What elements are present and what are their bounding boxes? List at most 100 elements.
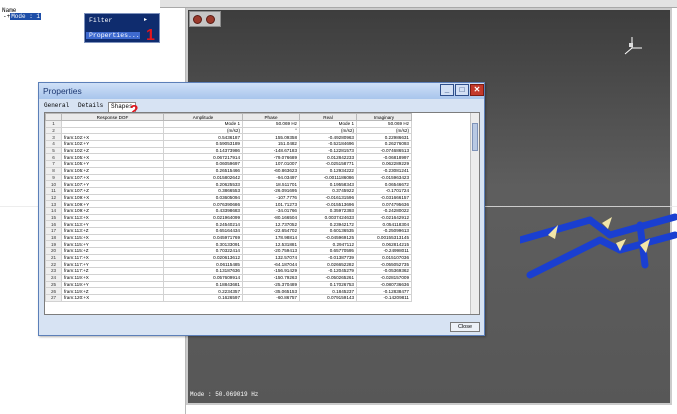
table-cell: -0.24280022	[356, 206, 412, 215]
table-cell	[61, 120, 164, 128]
animate-icon[interactable]	[193, 15, 202, 24]
table-cell: 0.3745922	[299, 186, 357, 195]
table-cell: -0.12281573	[299, 146, 357, 155]
table-row[interactable]: 3 fram:102:+X 0.5436187 155.09358 -0.4928096…	[45, 133, 412, 142]
table-row[interactable]: 5 fram:102:+Z 0.14373986 -148.67183 -0.12281…	[45, 146, 412, 155]
table-row[interactable]: 22 fram:117:+Y 0.06115485 -64.187044 0.02665…	[45, 260, 412, 269]
menu-item-properties[interactable]: Properties...	[86, 32, 140, 39]
table-cell: 12.737052	[242, 220, 300, 228]
table-cell: fram:115:+Z	[61, 247, 164, 255]
table-cell: fram:117:+X	[61, 253, 164, 262]
table-row[interactable]: 4 fram:102:+Y 0.59053189 151.0482 -0.5218469…	[45, 140, 412, 148]
table-row[interactable]: 26 fram:119:+Z 0.2234357 -35.065153 0.184523…	[45, 287, 412, 295]
tree-node-label[interactable]: Mode : 1	[10, 13, 42, 20]
table-cell: 0.1845237	[299, 287, 357, 295]
table-cell: fram:109:+X	[61, 193, 164, 202]
table-cell: 12.531881	[242, 240, 300, 249]
table-row[interactable]: 18 fram:115:+X 0.045971769 178.98814 -0.0459…	[45, 233, 412, 242]
table-cell: fram:113:+Z	[61, 227, 164, 235]
close-icon[interactable]: ✕	[470, 84, 484, 96]
table-row[interactable]: 25 fram:119:+Y 0.18843681 -25.370489 0.17026…	[45, 280, 412, 289]
table-header-row: Response DOF Amplitude Phase Real Imagin…	[45, 113, 412, 121]
row-number: 21	[45, 253, 62, 262]
table-row[interactable]: 9 fram:107:+X 0.015802642 -94.03497 -0.00111…	[45, 173, 412, 182]
table-row[interactable]: 11 fram:107:+Z 0.3866553 -26.091695 0.374592…	[45, 186, 412, 195]
table-cell: 178.98814	[242, 233, 300, 242]
row-number: 6	[45, 153, 62, 162]
row-number: 2	[45, 126, 62, 135]
table-cell: 0.12934222	[299, 166, 357, 175]
table-cell: -25.370489	[242, 280, 300, 289]
table-row[interactable]: 16 fram:113:+Y 0.24540214 12.737052 0.239421…	[45, 220, 412, 228]
table-cell: 0.20625533	[163, 180, 243, 188]
table-cell: 0.13187636	[163, 267, 243, 275]
table-row[interactable]: 8 fram:105:+Z 0.26515466 -60.863623 0.129342…	[45, 166, 412, 175]
column-header[interactable]: Amplitude	[163, 113, 243, 121]
table-cell: 0.021964099	[163, 213, 243, 222]
table-row[interactable]: 7 fram:105:+Y 0.06059697 107.01007 -0.025158…	[45, 160, 412, 168]
tab-general[interactable]: General	[44, 102, 69, 109]
viewport-header-bar	[160, 0, 677, 8]
column-header[interactable]	[45, 113, 62, 121]
table-cell: fram:109:+Y	[61, 200, 164, 208]
table-cell: -0.015513696	[299, 200, 357, 208]
table-row[interactable]: 24 fram:119:+X 0.057609914 -150.79263 -0.050…	[45, 273, 412, 282]
table-cell: 0.65164434	[163, 227, 243, 235]
viewport-toolbar[interactable]	[189, 11, 221, 27]
table-cell: -0.080736636	[356, 280, 412, 289]
dialog-titlebar[interactable]: Properties _ □ ✕	[39, 83, 484, 99]
tree-node-mode[interactable]: -+Mode : 1	[3, 13, 42, 20]
table-cell: fram:113:+X	[61, 213, 164, 222]
table-cell: -0.055052735	[356, 260, 412, 269]
scrollbar-thumb[interactable]	[472, 123, 478, 151]
table-row[interactable]: 15 fram:113:+X 0.021964099 -80.166504 0.0037…	[45, 213, 412, 222]
table-row[interactable]: 1 Mode 1 50.069 Hz Mode 1 50.069 Hz	[45, 120, 412, 128]
table-row[interactable]: 17 fram:113:+Z 0.65164434 -22.654702 0.60136…	[45, 227, 412, 235]
table-row[interactable]: 13 fram:109:+Y 0.076390686 101.71273 -0.0155…	[45, 200, 412, 208]
table-cell: -0.021642912	[356, 213, 412, 222]
close-button[interactable]: Close	[450, 322, 480, 332]
table-cell: 0.59053189	[163, 140, 243, 148]
dialog-title: Properties	[43, 86, 82, 96]
status-bar: Mode : 50.069019 Hz	[190, 391, 259, 398]
table-row[interactable]: 23 fram:117:+Z 0.13187636 -156.91429 -0.1204…	[45, 267, 412, 275]
table-row[interactable]: 2 (m/s2) ° (m/s2) (m/s2)	[45, 126, 412, 135]
table-row[interactable]: 27 fram:120:+X 0.1626597 -60.86757 0.0791591…	[45, 293, 412, 302]
table-cell: -0.031666157	[356, 193, 412, 202]
table-cell: 0.65770595	[299, 247, 357, 255]
minimize-icon[interactable]: _	[440, 84, 454, 96]
shapes-table-panel: Response DOF Amplitude Phase Real Imagin…	[44, 112, 480, 315]
table-cell: -94.03497	[242, 173, 300, 182]
table-cell: fram:107:+Y	[61, 180, 164, 188]
table-row[interactable]: 19 fram:115:+Y 0.30133091 12.531881 0.294711…	[45, 240, 412, 249]
record-icon[interactable]	[206, 15, 215, 24]
table-row[interactable]: 10 fram:107:+Y 0.20625533 18.511701 0.195583…	[45, 180, 412, 188]
table-cell: 50.069 Hz	[242, 120, 300, 128]
tab-details[interactable]: Details	[78, 102, 103, 109]
row-number: 26	[45, 287, 62, 295]
table-row[interactable]: 12 fram:109:+X 0.03605094 -107.7776 -0.01613…	[45, 193, 412, 202]
table-cell: 0.062289229	[356, 160, 412, 168]
column-header[interactable]: Imaginary	[356, 113, 412, 121]
table-cell: -0.12045279	[299, 267, 357, 275]
table-cell: -20.759413	[242, 247, 300, 255]
table-cell: (m/s2)	[299, 126, 357, 135]
table-row[interactable]: 21 fram:117:+X 0.020613612 132.57074 -0.0138…	[45, 253, 412, 262]
axis-triad-icon	[624, 37, 642, 55]
table-cell: -34.01766	[242, 206, 300, 215]
table-cell: Mode 1	[163, 120, 243, 128]
maximize-icon[interactable]: □	[455, 84, 469, 96]
row-number: 17	[45, 227, 62, 235]
table-cell: 0.054118304	[356, 220, 412, 228]
column-header[interactable]: Response DOF	[61, 113, 164, 121]
row-number: 15	[45, 213, 62, 222]
table-row[interactable]: 6 fram:105:+X 0.067217914 -79.076689 0.01284…	[45, 153, 412, 162]
menu-item-filter[interactable]: Filter	[89, 17, 112, 24]
column-header[interactable]: Real	[299, 113, 357, 121]
table-cell: 0.057609914	[163, 273, 243, 282]
table-scrollbar[interactable]	[470, 113, 479, 314]
row-number: 5	[45, 146, 62, 155]
table-row[interactable]: 14 fram:109:+Z 0.43398683 -34.01766 0.359723…	[45, 206, 412, 215]
table-row[interactable]: 20 fram:115:+Z 0.70322414 -20.759413 0.65770…	[45, 247, 412, 255]
column-header[interactable]: Phase	[242, 113, 300, 121]
